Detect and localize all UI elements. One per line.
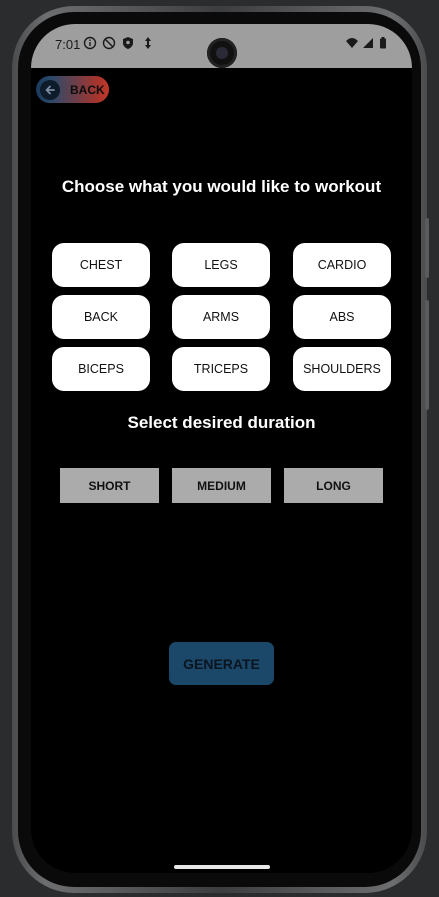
option-back[interactable]: BACK bbox=[52, 295, 150, 339]
app-screen: 7:01 BACK Choose what you would like to … bbox=[31, 24, 412, 873]
option-abs[interactable]: ABS bbox=[293, 295, 391, 339]
option-chest[interactable]: CHEST bbox=[52, 243, 150, 287]
option-biceps[interactable]: BICEPS bbox=[52, 347, 150, 391]
status-time: 7:01 bbox=[55, 37, 81, 52]
info-icon bbox=[83, 36, 97, 50]
option-cardio[interactable]: CARDIO bbox=[293, 243, 391, 287]
battery-icon bbox=[380, 37, 386, 49]
power-button bbox=[425, 300, 429, 410]
data-icon bbox=[145, 37, 151, 49]
option-triceps[interactable]: TRICEPS bbox=[172, 347, 270, 391]
front-camera bbox=[207, 38, 237, 68]
workout-heading: Choose what you would like to workout bbox=[61, 177, 382, 196]
duration-short[interactable]: SHORT bbox=[60, 468, 159, 503]
back-button[interactable]: BACK bbox=[36, 76, 109, 103]
wifi-icon bbox=[346, 38, 358, 48]
option-legs[interactable]: LEGS bbox=[172, 243, 270, 287]
generate-button[interactable]: GENERATE bbox=[169, 642, 274, 685]
option-arms[interactable]: ARMS bbox=[172, 295, 270, 339]
volume-button bbox=[425, 218, 429, 278]
shield-icon bbox=[123, 37, 133, 49]
status-bar: 7:01 bbox=[31, 24, 412, 68]
duration-heading: Select desired duration bbox=[127, 413, 316, 432]
duration-medium[interactable]: MEDIUM bbox=[172, 468, 271, 503]
arrow-left-icon bbox=[40, 79, 60, 100]
no-disturb-icon bbox=[102, 36, 116, 50]
option-shoulders[interactable]: SHOULDERS bbox=[293, 347, 391, 391]
home-indicator[interactable] bbox=[174, 865, 270, 869]
back-button-label: BACK bbox=[70, 82, 105, 97]
duration-long[interactable]: LONG bbox=[284, 468, 383, 503]
signal-icon bbox=[363, 38, 373, 48]
